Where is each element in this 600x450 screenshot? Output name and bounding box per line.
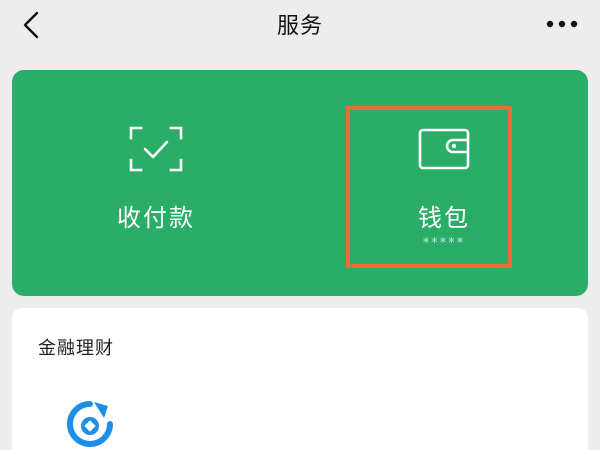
wallet-label: 钱包 [418,204,470,232]
licaitong-icon [67,401,113,447]
wallet-icon [418,128,470,170]
page-title: 服务 [276,14,323,39]
receive-pay-label: 收付款 [117,204,195,232]
receive-pay-button[interactable]: 收付款 [12,70,300,296]
more-options-button[interactable] [542,10,582,38]
finance-app-button[interactable] [64,398,116,450]
more-dots-icon [546,20,578,28]
wallet-button[interactable]: 钱包 ***** [300,70,588,296]
qr-scan-check-icon [129,126,183,172]
section-title: 金融理财 [38,338,114,359]
nav-bar: 服务 [0,0,600,50]
finance-section: 金融理财 [12,308,588,450]
pay-card: 收付款 钱包 ***** [12,70,588,296]
wallet-balance: ***** [422,236,466,251]
